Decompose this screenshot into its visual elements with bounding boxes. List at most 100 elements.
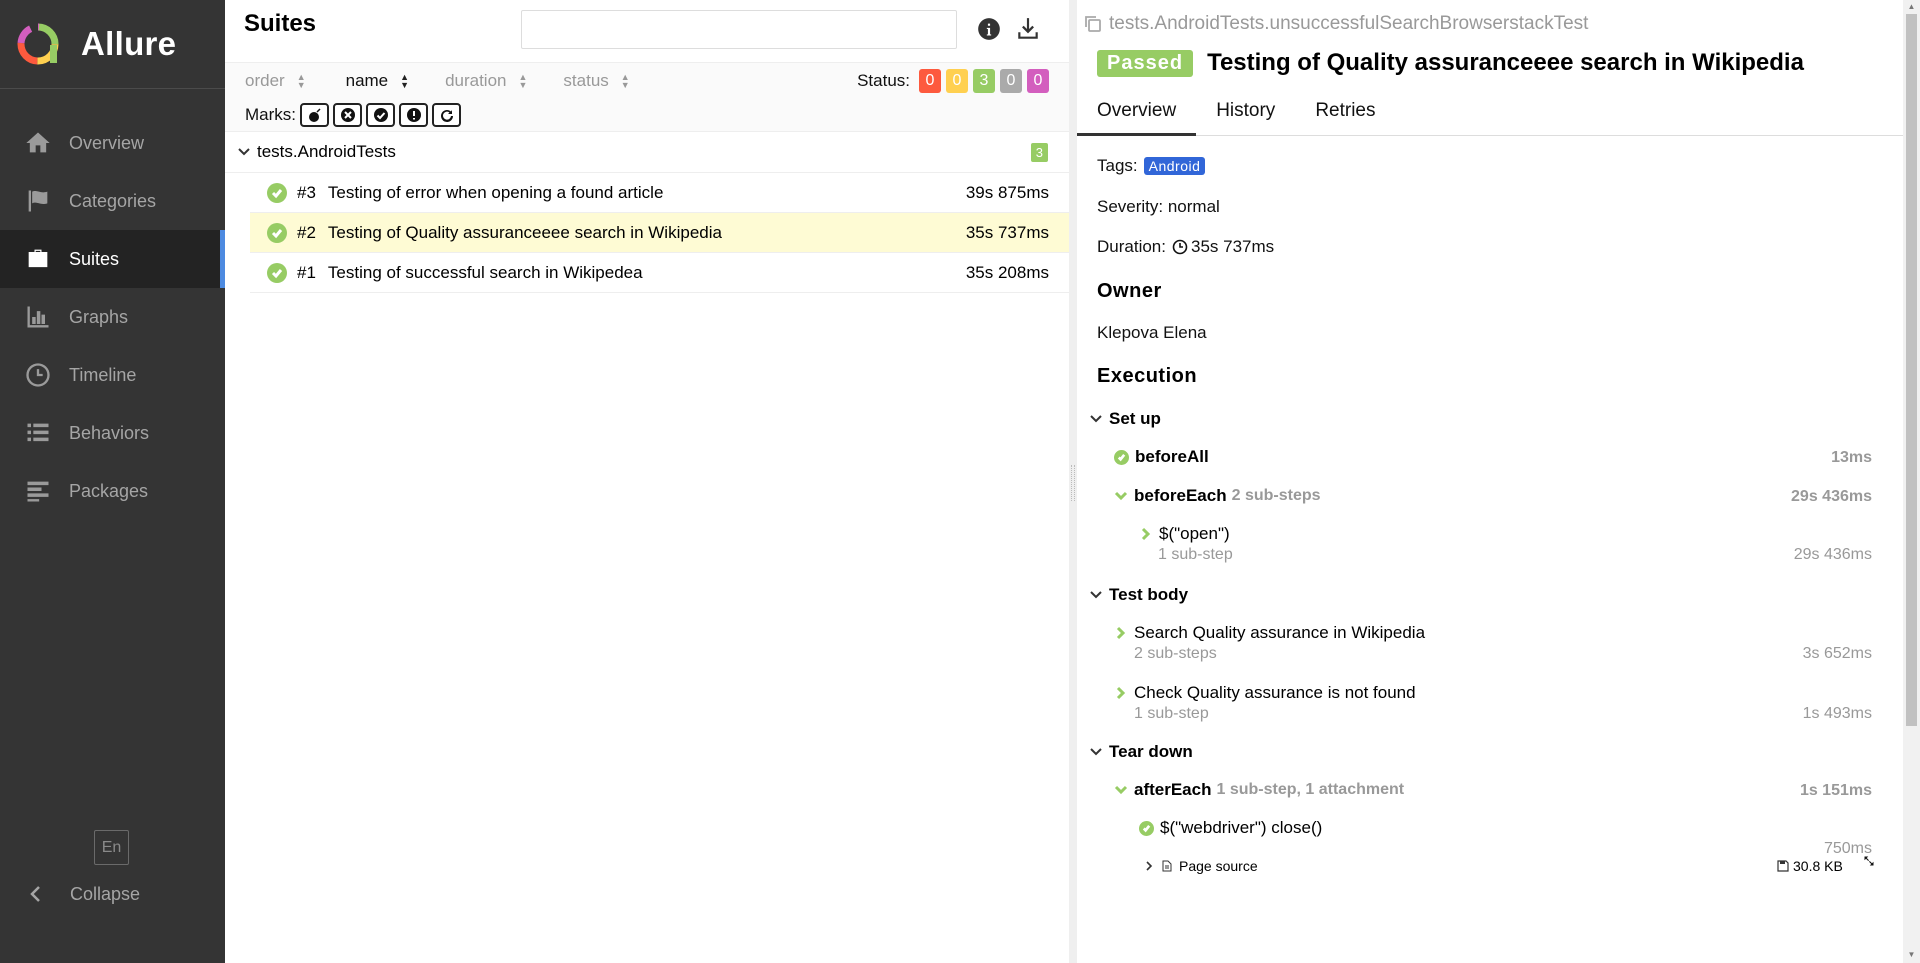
nav-item-suites[interactable]: Suites (0, 230, 225, 288)
status-badge-unknown[interactable]: 0 (1027, 68, 1049, 93)
step-sub-count: 1 sub-step (1158, 546, 1233, 563)
status-badge: Passed (1097, 49, 1194, 77)
suite-group[interactable]: tests.AndroidTests 3 (225, 132, 1069, 173)
scroll-down-icon[interactable]: ▼ (1906, 950, 1917, 960)
splitter-handle-icon[interactable] (1071, 465, 1075, 501)
clock-icon (1172, 239, 1188, 255)
tab-history[interactable]: History (1196, 92, 1295, 136)
step-duration: 13ms (1831, 449, 1872, 466)
sort-label: order (245, 70, 285, 90)
before-all-step[interactable]: beforeAll (1114, 447, 1209, 467)
brand[interactable]: Allure (0, 0, 225, 89)
mark-new-passed-button[interactable] (366, 102, 395, 127)
duration-label: Duration: (1097, 237, 1166, 256)
search-input[interactable] (521, 10, 957, 49)
test-name: Testing of Quality assuranceeee search i… (327, 222, 722, 242)
step-name: Check Quality assurance is not found (1134, 683, 1416, 702)
nav-menu: Overview Categories Suites Graphs Timeli… (0, 114, 225, 520)
nav-label: Overview (69, 132, 145, 153)
passed-status-icon (267, 262, 287, 283)
passed-status-icon (267, 222, 287, 243)
tab-overview[interactable]: Overview (1077, 92, 1197, 136)
language-button[interactable]: En (94, 830, 129, 865)
marks-label: Marks: (245, 104, 296, 124)
close-step[interactable]: $("webdriver") close() (1139, 818, 1322, 838)
allure-logo-icon (17, 23, 59, 65)
test-name: Testing of successful search in Wikipede… (327, 262, 643, 282)
test-duration: 35s 737ms (965, 222, 1049, 242)
owner-name: Klepova Elena (1097, 323, 1207, 342)
step-duration: 1s 493ms (1802, 705, 1872, 722)
chevron-right-icon (1116, 686, 1126, 700)
nav-item-timeline[interactable]: Timeline (0, 346, 225, 404)
status-badge-passed[interactable]: 3 (973, 68, 995, 93)
info-icon[interactable] (976, 16, 1002, 42)
after-each-step[interactable]: afterEach 1 sub-step, 1 attachment (1114, 780, 1404, 800)
sort-order[interactable]: order ▲ ▼ (245, 71, 306, 91)
step-name: beforeAll (1135, 447, 1209, 466)
tags-row: Tags: Android (1097, 156, 1206, 176)
mark-new-broken-button[interactable] (399, 102, 428, 127)
status-badge-failed[interactable]: 0 (919, 68, 941, 93)
setup-phase-toggle[interactable]: Set up (1089, 409, 1161, 429)
mark-retries-button[interactable] (432, 102, 461, 127)
nav-item-categories[interactable]: Categories (0, 172, 225, 230)
status-badge-broken[interactable]: 0 (946, 68, 968, 93)
attachment-name: Page source (1179, 858, 1258, 874)
scrollbar-thumb[interactable] (1906, 14, 1917, 726)
nav-label: Categories (69, 190, 157, 211)
bomb-icon (308, 107, 321, 122)
sort-duration[interactable]: duration ▲ ▼ (445, 71, 527, 91)
attachment-size-text: 30.8 KB (1793, 858, 1843, 874)
mark-flaky-button[interactable] (300, 102, 329, 127)
sidebar: Allure Overview Categories Suites Graphs… (0, 0, 225, 963)
sort-status[interactable]: status ▲ ▼ (563, 71, 629, 91)
expand-icon[interactable] (1863, 855, 1875, 867)
download-icon[interactable] (1015, 16, 1041, 42)
passed-status-icon (1139, 820, 1154, 836)
nav-item-overview[interactable]: Overview (0, 114, 225, 172)
nav-item-packages[interactable]: Packages (0, 462, 225, 520)
test-title-row: Passed Testing of Quality assuranceeee s… (1097, 49, 1804, 77)
body-step[interactable]: Check Quality assurance is not found (1114, 683, 1416, 703)
suites-pane: Suites order ▲ ▼ name ▲ ▼ duration ▲ ▼ status ▲… (225, 0, 1069, 963)
mark-new-failed-button[interactable] (333, 102, 362, 127)
test-row[interactable]: #3 Testing of error when opening a found… (250, 173, 1069, 213)
bar-chart-icon (23, 302, 53, 332)
brand-title: Allure (81, 25, 177, 62)
nav-item-graphs[interactable]: Graphs (0, 288, 225, 346)
chevron-down-icon (1114, 785, 1128, 795)
open-step[interactable]: $("open") (1139, 524, 1230, 544)
save-icon (1777, 860, 1789, 872)
attachment-row[interactable]: Page source 30.8 KB (1143, 855, 1874, 877)
before-each-step[interactable]: beforeEach 2 sub-steps (1114, 486, 1321, 506)
page-title: Suites (244, 9, 317, 37)
test-row[interactable]: #1 Testing of successful search in Wikip… (250, 253, 1069, 293)
step-name: beforeEach (1134, 486, 1227, 505)
collapse-button[interactable]: Collapse (0, 870, 225, 918)
body-step[interactable]: Search Quality assurance in Wikipedia (1114, 623, 1425, 643)
test-body-phase-toggle[interactable]: Test body (1089, 585, 1188, 605)
step-sub-count: 2 sub-steps (1134, 645, 1217, 662)
teardown-phase-toggle[interactable]: Tear down (1089, 742, 1193, 762)
scroll-up-icon[interactable]: ▲ (1906, 2, 1917, 12)
suite-group-count: 3 (1030, 142, 1048, 162)
owner-heading: Owner (1097, 280, 1162, 302)
status-badge-skipped[interactable]: 0 (1000, 68, 1022, 93)
copy-icon (1085, 16, 1101, 32)
step-sub-count: 1 sub-step (1134, 705, 1209, 722)
sort-label: duration (445, 70, 507, 90)
sort-name[interactable]: name ▲ ▼ (346, 71, 409, 91)
nav-label: Packages (69, 480, 149, 501)
tab-retries[interactable]: Retries (1295, 92, 1395, 136)
test-row-selected[interactable]: #2 Testing of Quality assuranceeee searc… (250, 213, 1069, 253)
test-full-path[interactable]: tests.AndroidTests.unsuccessfulSearchBro… (1083, 13, 1588, 35)
nav-item-behaviors[interactable]: Behaviors (0, 404, 225, 462)
test-name: Testing of error when opening a found ar… (327, 182, 664, 202)
briefcase-icon (23, 244, 53, 274)
sort-arrows-icon: ▲ ▼ (518, 71, 528, 90)
chevron-down-icon (1090, 748, 1102, 756)
test-path-text: tests.AndroidTests.unsuccessfulSearchBro… (1109, 13, 1589, 34)
chevron-down-icon (238, 148, 250, 156)
execution-heading: Execution (1097, 365, 1198, 387)
